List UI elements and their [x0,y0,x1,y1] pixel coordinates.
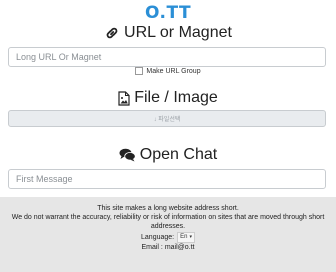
footer-description: This site makes a long website address s… [97,205,239,212]
make-url-group-row[interactable]: Make URL Group [0,67,336,75]
language-label: Language: [141,234,175,241]
chat-section-title: Open Chat [0,146,336,164]
file-section-title: File / Image [0,89,336,107]
make-url-group-checkbox[interactable] [135,67,144,75]
link-icon [104,25,120,41]
first-message-input[interactable] [8,169,326,189]
url-section-label: URL or Magnet [124,24,232,41]
footer-disclaimer: We do not warrant the accuracy, reliabil… [11,214,325,230]
file-select-button[interactable]: ↓ 파일선택 [8,110,326,127]
language-row: Language: En ▾ [0,232,336,243]
file-section-label: File / Image [134,89,218,106]
site-logo[interactable]: O.TT [0,3,336,23]
chat-bubbles-icon [119,148,136,162]
language-select-value[interactable]: En [180,233,187,242]
url-input[interactable] [8,47,326,67]
make-url-group-label[interactable]: Make URL Group [146,68,200,75]
file-image-icon [118,90,130,106]
site-footer: This site makes a long website address s… [0,197,336,272]
url-section-title: URL or Magnet [0,24,336,42]
chat-section-label: Open Chat [139,146,218,163]
chevron-down-icon: ▾ [189,234,192,240]
language-select[interactable]: En ▾ [177,232,195,243]
contact-email[interactable]: Email : mail@o.tt [0,243,336,252]
